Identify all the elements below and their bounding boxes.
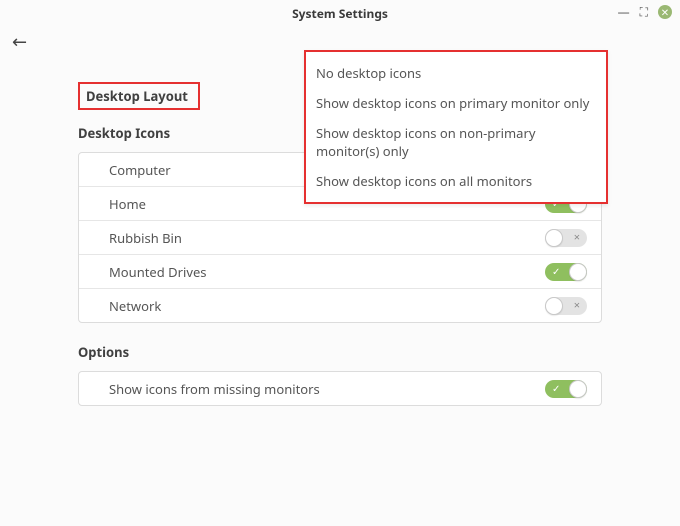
icon-row-network: Network [79, 288, 601, 322]
row-label: Show icons from missing monitors [109, 380, 320, 398]
row-label: Mounted Drives [109, 263, 207, 281]
window-title: System Settings [292, 5, 388, 22]
row-label: Rubbish Bin [109, 229, 182, 247]
toggle-missing-monitors[interactable] [545, 380, 587, 398]
toggle-mounted-drives[interactable] [545, 263, 587, 281]
option-row-missing-monitors: Show icons from missing monitors [79, 372, 601, 405]
maximize-button[interactable]: ⛶ [640, 3, 648, 20]
icon-row-rubbish-bin: Rubbish Bin [79, 220, 601, 254]
dropdown-option[interactable]: No desktop icons [306, 58, 606, 88]
minimize-button[interactable]: — [618, 3, 630, 20]
titlebar: System Settings — ⛶ ✕ [0, 0, 680, 24]
desktop-layout-dropdown[interactable]: No desktop icons Show desktop icons on p… [304, 50, 608, 204]
dropdown-option[interactable]: Show desktop icons on primary monitor on… [306, 88, 606, 118]
window-controls: — ⛶ ✕ [618, 3, 672, 20]
close-button[interactable]: ✕ [658, 5, 672, 19]
options-heading: Options [78, 343, 602, 361]
options-panel: Show icons from missing monitors [78, 371, 602, 406]
dropdown-option[interactable]: Show desktop icons on all monitors [306, 166, 606, 196]
desktop-layout-heading-highlight: Desktop Layout [78, 82, 200, 110]
toggle-network[interactable] [545, 297, 587, 315]
back-button[interactable]: ← [12, 30, 27, 54]
row-label: Home [109, 195, 146, 213]
toggle-rubbish-bin[interactable] [545, 229, 587, 247]
row-label: Network [109, 297, 161, 315]
row-label: Computer [109, 161, 171, 179]
icon-row-mounted-drives: Mounted Drives [79, 254, 601, 288]
desktop-layout-heading: Desktop Layout [86, 87, 188, 105]
dropdown-option[interactable]: Show desktop icons on non-primary monito… [306, 118, 606, 166]
